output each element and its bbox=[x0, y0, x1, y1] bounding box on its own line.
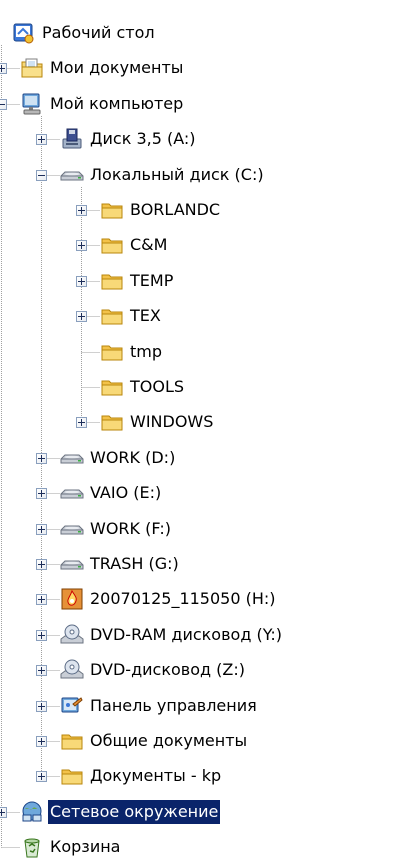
folder-tree: Рабочий стол Мои документы Мой компьютер Ди… bbox=[0, 0, 394, 859]
expand-toggle-trash-g[interactable] bbox=[36, 559, 47, 570]
expand-toggle-work-f[interactable] bbox=[36, 523, 47, 535]
tree-node-borlandc[interactable]: BORLANDC bbox=[0, 198, 394, 222]
tree-node-temp[interactable]: TEMP bbox=[0, 269, 394, 293]
folder-icon bbox=[100, 375, 124, 399]
tree-node-c-and-m[interactable]: C&M bbox=[0, 233, 394, 257]
tree-node-label: TOOLS bbox=[130, 377, 185, 396]
expand-toggle-shared-documents[interactable] bbox=[36, 736, 47, 747]
expand-toggle-dvd-ram-y[interactable] bbox=[36, 629, 47, 641]
dvd-drive-icon bbox=[60, 623, 84, 647]
tree-node-label: Корзина bbox=[50, 837, 121, 857]
tree-node-control-panel[interactable]: Панель управления bbox=[0, 694, 394, 718]
hard-drive-icon bbox=[60, 446, 84, 470]
folder-icon bbox=[100, 198, 124, 222]
tree-node-my-documents[interactable]: Мои документы bbox=[0, 56, 394, 80]
camera-drive-icon bbox=[60, 587, 84, 611]
tree-node-windows[interactable]: WINDOWS bbox=[0, 410, 394, 434]
tree-node-dvd-ram-y[interactable]: DVD-RAM дисковод (Y:) bbox=[0, 623, 394, 647]
tree-node-desktop[interactable]: Рабочий стол bbox=[0, 21, 394, 45]
tree-node-vaio-e[interactable]: VAIO (E:) bbox=[0, 481, 394, 505]
desktop-icon bbox=[12, 21, 36, 45]
tree-node-label: C&M bbox=[130, 235, 168, 255]
folder-icon bbox=[100, 269, 124, 293]
tree-node-my-computer[interactable]: Мой компьютер bbox=[0, 92, 394, 116]
collapse-toggle-local-disk-c[interactable] bbox=[36, 169, 47, 181]
folder-icon bbox=[100, 233, 124, 257]
hard-drive-icon bbox=[60, 481, 84, 505]
network-places-icon bbox=[20, 800, 44, 824]
tree-node-label: WORK (D:) bbox=[90, 447, 176, 467]
tree-node-label: Сетевое окружение bbox=[48, 799, 221, 824]
folder-icon bbox=[100, 410, 124, 434]
tree-node-floppy-a[interactable]: Диск 3,5 (A:) bbox=[0, 127, 394, 151]
expand-toggle-temp[interactable] bbox=[76, 275, 87, 287]
tree-node-label: Документы - kp bbox=[90, 766, 222, 786]
tree-node-label: VAIO (E:) bbox=[90, 483, 162, 503]
documents-folder-icon bbox=[20, 56, 44, 80]
computer-icon bbox=[20, 92, 44, 116]
hard-drive-icon bbox=[60, 552, 84, 576]
tree-node-label: BORLANDC bbox=[130, 200, 221, 219]
folder-icon bbox=[60, 764, 84, 788]
tree-node-label: Локальный диск (C:) bbox=[90, 164, 264, 184]
tree-node-work-f[interactable]: WORK (F:) bbox=[0, 517, 394, 541]
floppy-drive-icon bbox=[60, 127, 84, 151]
hard-drive-icon bbox=[60, 163, 84, 187]
tree-node-documents-kp[interactable]: Документы - kp bbox=[0, 764, 394, 788]
folder-icon bbox=[100, 340, 124, 364]
expand-toggle-documents-kp[interactable] bbox=[36, 771, 47, 783]
tree-node-trash-g[interactable]: TRASH (G:) bbox=[0, 552, 394, 576]
folder-icon bbox=[100, 304, 124, 328]
tree-node-label: Рабочий стол bbox=[42, 23, 155, 42]
recycle-bin-icon bbox=[20, 835, 44, 859]
tree-node-label: DVD-RAM дисковод (Y:) bbox=[90, 624, 282, 644]
expand-toggle-my-documents[interactable] bbox=[0, 63, 7, 75]
tree-node-label: Мой компьютер bbox=[50, 93, 184, 113]
folder-icon bbox=[60, 729, 84, 753]
tree-node-dvd-z[interactable]: DVD-дисковод (Z:) bbox=[0, 658, 394, 682]
tree-node-local-disk-c[interactable]: Локальный диск (C:) bbox=[0, 163, 394, 187]
expand-toggle-tex[interactable] bbox=[76, 311, 87, 323]
control-panel-icon bbox=[60, 694, 84, 718]
expand-toggle-floppy-a[interactable] bbox=[36, 134, 47, 146]
tree-node-label: TEX bbox=[130, 306, 161, 326]
tree-node-label: Общие документы bbox=[90, 731, 248, 750]
tree-node-camera-h[interactable]: 20070125_115050 (H:) bbox=[0, 587, 394, 611]
expand-toggle-c-and-m[interactable] bbox=[76, 240, 87, 252]
tree-node-label: Панель управления bbox=[90, 695, 257, 715]
tree-node-network[interactable]: Сетевое окружение bbox=[0, 799, 394, 824]
tree-node-work-d[interactable]: WORK (D:) bbox=[0, 446, 394, 470]
tree-node-label: TEMP bbox=[130, 270, 174, 290]
tree-node-label: Мои документы bbox=[50, 58, 184, 78]
tree-node-label: TRASH (G:) bbox=[90, 554, 179, 573]
tree-node-shared-documents[interactable]: Общие документы bbox=[0, 729, 394, 753]
expand-toggle-control-panel[interactable] bbox=[36, 700, 47, 712]
expand-toggle-camera-h[interactable] bbox=[36, 594, 47, 606]
collapse-toggle-my-computer[interactable] bbox=[0, 98, 7, 110]
tree-node-recycle-bin[interactable]: Корзина bbox=[0, 835, 394, 859]
tree-node-label: 20070125_115050 (H:) bbox=[90, 589, 276, 609]
hard-drive-icon bbox=[60, 517, 84, 541]
expand-toggle-borlandc[interactable] bbox=[76, 205, 87, 216]
tree-node-label: Диск 3,5 (A:) bbox=[90, 129, 196, 149]
expand-toggle-vaio-e[interactable] bbox=[36, 488, 47, 500]
tree-node-tools[interactable]: TOOLS bbox=[0, 375, 394, 399]
tree-node-label: WINDOWS bbox=[130, 412, 214, 432]
tree-node-label: WORK (F:) bbox=[90, 518, 171, 538]
dvd-drive-icon bbox=[60, 658, 84, 682]
expand-toggle-windows[interactable] bbox=[76, 417, 87, 429]
expand-toggle-work-d[interactable] bbox=[36, 452, 47, 464]
tree-node-tex[interactable]: TEX bbox=[0, 304, 394, 328]
expand-toggle-dvd-z[interactable] bbox=[36, 665, 47, 677]
tree-node-label: tmp bbox=[130, 341, 163, 361]
tree-node-tmp[interactable]: tmp bbox=[0, 340, 394, 364]
tree-node-label: DVD-дисковод (Z:) bbox=[90, 660, 245, 680]
expand-toggle-network[interactable] bbox=[0, 806, 7, 818]
